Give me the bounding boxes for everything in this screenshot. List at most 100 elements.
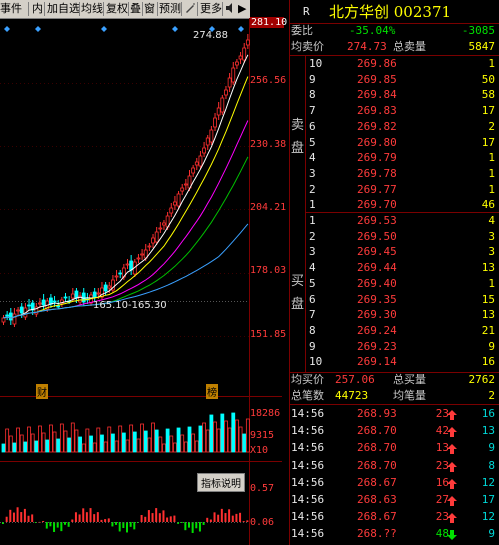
sell-level-row[interactable]: 10 269.86 1	[289, 56, 497, 72]
indicator-help-button[interactable]: 指标说明	[197, 473, 245, 492]
indicator-bar	[184, 522, 187, 531]
buy-qty: 21	[481, 323, 495, 337]
toolbar-item-more[interactable]: 更多	[200, 2, 222, 16]
sell-qty: 17	[481, 135, 495, 149]
candle-body	[56, 305, 61, 308]
finance-marker[interactable]: 财	[36, 384, 48, 399]
sell-qty: 1	[488, 57, 495, 70]
avg-trade-label: 均笔量	[393, 389, 426, 402]
sell-qty: 46	[481, 198, 495, 212]
buy-level-row[interactable]: 1 269.53 4	[289, 213, 497, 229]
buy-price: 269.50	[357, 229, 397, 243]
volume-bar	[118, 425, 123, 453]
buy-level-row[interactable]: 5 269.40 1	[289, 276, 497, 292]
indicator-bar	[104, 519, 107, 522]
volume-bar	[23, 441, 28, 453]
volume-bar	[220, 413, 225, 453]
candle-body	[191, 167, 196, 174]
sell-level: 6	[309, 119, 316, 133]
tick-count: 9	[488, 441, 495, 455]
sell-level-row[interactable]: 7 269.83 17	[289, 103, 497, 119]
indicator-bar	[147, 510, 150, 522]
buy-price: 269.44	[357, 261, 397, 275]
tick-time: 14:56	[291, 441, 325, 455]
volume-bar	[227, 427, 232, 453]
buy-level: 6	[309, 292, 316, 306]
indicator-bar	[166, 517, 169, 522]
rank-marker[interactable]: 榜	[206, 384, 218, 399]
volume-bar	[78, 436, 82, 453]
sell-qty: 1	[488, 151, 495, 165]
toolbar-item-window[interactable]: 窗	[144, 2, 155, 16]
buy-qty: 13	[481, 308, 495, 322]
indicator-bar	[53, 522, 56, 532]
toolbar-item-forecast[interactable]: 预测	[159, 2, 181, 16]
volume-bar	[34, 440, 39, 453]
play-icon[interactable]	[225, 2, 237, 16]
volume-bar	[198, 425, 203, 453]
candle-body	[5, 314, 10, 317]
toolbar-item-events[interactable]: 事件	[0, 2, 22, 16]
indicator-bar	[242, 521, 245, 523]
toolbar-item-ma[interactable]: 均线	[81, 2, 103, 16]
volume-bar	[85, 428, 90, 453]
buy-price: 269.35	[357, 292, 397, 306]
candle-body	[194, 161, 199, 166]
indicator-bar	[45, 522, 48, 529]
indicator-bar	[60, 522, 63, 532]
tick-count: 13	[481, 424, 495, 438]
buy-level-row[interactable]: 7 269.30 13	[289, 307, 497, 323]
arrow-right-icon[interactable]: ▶	[238, 2, 246, 16]
tick-count: 12	[481, 510, 495, 524]
sell-level: 10	[309, 57, 323, 70]
sell-level-row[interactable]: 2 269.77 1	[289, 182, 497, 198]
buy-level-row[interactable]: 6 269.35 15	[289, 292, 497, 308]
volume-bar	[151, 422, 155, 453]
volume-bar	[49, 424, 53, 453]
toolbar-item-overlay[interactable]: 叠	[130, 2, 141, 16]
tick-price: 268.67	[357, 510, 397, 524]
sell-level-row[interactable]: 1 269.70 46	[289, 197, 497, 213]
avg-trade: 2	[488, 389, 495, 402]
sell-level-row[interactable]: 3 269.78 1	[289, 166, 497, 182]
tick-count: 17	[481, 493, 495, 506]
tick-row: 14:56 268.67 23 12	[289, 509, 497, 525]
indicator-bar	[78, 514, 81, 522]
volume-bar	[136, 438, 141, 453]
candle-body	[27, 304, 31, 307]
indicator-bar	[74, 512, 77, 522]
candle-body	[136, 257, 141, 260]
toolbar-item-add-watchlist[interactable]: 加自选	[47, 2, 80, 16]
candle-body	[202, 147, 206, 154]
avg-sell-label: 均卖价	[291, 40, 324, 53]
buy-level-row[interactable]: 9 269.23 9	[289, 339, 497, 355]
toolbar-item-adjust[interactable]: 复权	[106, 2, 128, 16]
candle-body	[209, 129, 214, 143]
buy-level-row[interactable]: 2 269.50 3	[289, 229, 497, 245]
sell-level-row[interactable]: 8 269.84 58	[289, 87, 497, 103]
kline-chart[interactable]: 281.10 256.56 230.38 204.21 178.03 151.8…	[0, 17, 287, 545]
sell-level-row[interactable]: 9 269.85 50	[289, 72, 497, 88]
buy-qty: 16	[481, 355, 495, 369]
sell-level-row[interactable]: 6 269.82 2	[289, 119, 497, 135]
buy-level-row[interactable]: 3 269.45 3	[289, 244, 497, 260]
buy-level: 1	[309, 214, 316, 227]
indicator-bar	[42, 521, 45, 523]
volume-bar	[121, 432, 126, 453]
indicator-bar	[93, 514, 96, 522]
draw-tool-icon[interactable]	[184, 2, 196, 16]
volume-bar	[114, 440, 119, 453]
tick-price: 268.70	[357, 424, 397, 438]
buy-level-row[interactable]: 10 269.14 16	[289, 354, 497, 370]
sell-level-row[interactable]: 4 269.79 1	[289, 150, 497, 166]
candle-body	[151, 237, 155, 244]
arrow-down-icon	[447, 529, 457, 545]
volume-bar	[56, 438, 61, 453]
sell-level-row[interactable]: 5 269.80 17	[289, 135, 497, 151]
buy-level-row[interactable]: 8 269.24 21	[289, 323, 497, 339]
buy-level-row[interactable]: 4 269.44 13	[289, 260, 497, 276]
toolbar-item-inner[interactable]: 内	[32, 2, 43, 16]
volume-bar	[162, 443, 166, 453]
indicator-bar	[140, 514, 143, 522]
indicator-bar	[180, 522, 183, 523]
